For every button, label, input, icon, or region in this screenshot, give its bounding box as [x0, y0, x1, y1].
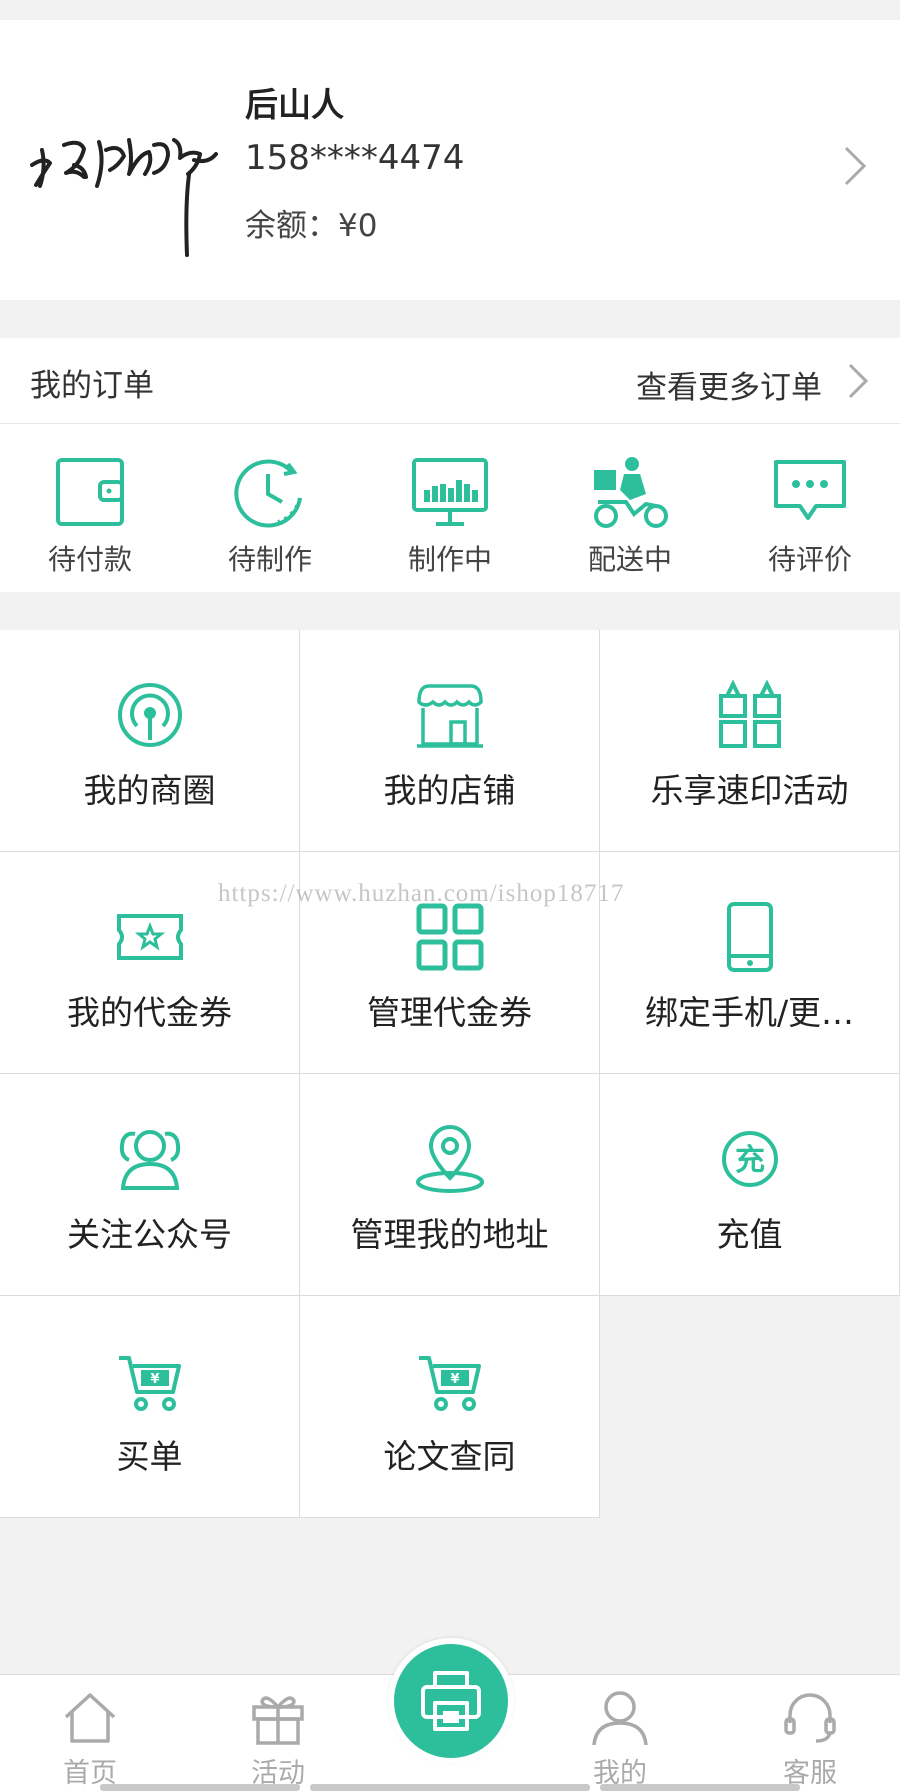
clock-icon	[234, 459, 302, 528]
chevron-right-icon[interactable]	[840, 144, 870, 188]
menu-follow-account[interactable]: 关注公众号	[0, 1074, 300, 1296]
menu-grid: 我的商圈 我的店铺 乐享速印活动 我的代金券 管理代金券 绑定手机/更… 关注公…	[0, 630, 900, 1520]
orders-header[interactable]: 我的订单 查看更多订单	[0, 338, 900, 424]
menu-label: 充值	[716, 1215, 783, 1254]
menu-label: 论文查同	[383, 1437, 516, 1476]
user-balance: 余额：¥0	[245, 208, 378, 244]
avatar	[30, 138, 218, 257]
menu-bind-phone[interactable]: 绑定手机/更…	[600, 852, 900, 1074]
delivery-icon	[594, 457, 668, 528]
headset-icon	[784, 1693, 836, 1743]
signal-icon	[117, 683, 182, 747]
print-button[interactable]	[388, 1638, 514, 1764]
svg-text:¥: ¥	[150, 1372, 159, 1387]
menu-activity[interactable]: 乐享速印活动	[600, 630, 900, 852]
menu-pay-bill[interactable]: ¥ 买单	[0, 1296, 300, 1518]
order-status-delivering[interactable]: 配送中	[540, 424, 720, 592]
view-more-orders-link[interactable]: 查看更多订单	[636, 362, 822, 407]
monitor-icon	[412, 458, 488, 526]
tab-activity[interactable]: 活动	[218, 1675, 338, 1791]
phone-icon	[726, 902, 773, 972]
order-status-label: 待评价	[767, 543, 852, 576]
orders-title: 我的订单	[30, 368, 154, 404]
person-icon	[592, 1691, 648, 1745]
cart-icon: ¥	[418, 1356, 481, 1411]
order-status-pending-production[interactable]: 待制作	[180, 424, 360, 592]
home-indicator	[310, 1784, 590, 1791]
users-icon	[119, 1130, 180, 1190]
tab-mine[interactable]: 我的	[560, 1675, 680, 1791]
menu-label: 我的代金券	[67, 993, 232, 1032]
user-name: 后山人	[245, 85, 344, 124]
svg-text:充: 充	[735, 1143, 765, 1178]
menu-recharge[interactable]: 充 充值	[600, 1074, 900, 1296]
order-status-label: 待付款	[47, 543, 132, 576]
svg-text:¥: ¥	[450, 1372, 459, 1387]
order-status-row: 待付款 待制作 制作中 配送中 待评价	[0, 424, 900, 592]
order-status-pending-payment[interactable]: 待付款	[0, 424, 180, 592]
grid-icon	[416, 903, 483, 971]
gift-box-icon	[718, 680, 781, 748]
order-status-label: 制作中	[407, 543, 492, 576]
menu-label: 绑定手机/更…	[644, 993, 855, 1032]
menu-label: 关注公众号	[67, 1215, 232, 1254]
menu-label: 管理我的地址	[350, 1215, 549, 1254]
menu-my-store[interactable]: 我的店铺	[300, 630, 600, 852]
order-status-in-production[interactable]: 制作中	[360, 424, 540, 592]
home-icon	[64, 1693, 116, 1743]
cart-icon: ¥	[118, 1356, 181, 1411]
watermark-text: https://www.huzhan.com/ishop18717	[218, 880, 625, 907]
profile-card[interactable]: 后山人 158****4474 余额：¥0	[0, 20, 900, 300]
order-status-label: 配送中	[587, 543, 672, 576]
menu-my-business-circle[interactable]: 我的商圈	[0, 630, 300, 852]
store-icon	[416, 684, 483, 748]
location-icon	[415, 1125, 484, 1193]
gift-icon	[252, 1696, 304, 1745]
wallet-icon	[56, 458, 124, 526]
order-status-pending-review[interactable]: 待评价	[720, 424, 900, 592]
home-indicator	[600, 1784, 800, 1791]
menu-label: 管理代金券	[367, 993, 532, 1032]
menu-label: 我的店铺	[383, 771, 516, 810]
tab-service[interactable]: 客服	[750, 1675, 870, 1791]
menu-label: 买单	[116, 1437, 183, 1476]
coupon-icon	[116, 914, 183, 960]
menu-paper-check[interactable]: ¥ 论文查同	[300, 1296, 600, 1518]
order-status-label: 待制作	[227, 543, 312, 576]
chevron-right-icon[interactable]	[846, 362, 870, 400]
menu-label: 我的商圈	[83, 771, 216, 810]
tab-home[interactable]: 首页	[30, 1675, 150, 1791]
recharge-icon: 充	[721, 1131, 778, 1187]
printer-icon	[421, 1671, 481, 1731]
menu-manage-address[interactable]: 管理我的地址	[300, 1074, 600, 1296]
user-phone: 158****4474	[245, 138, 465, 178]
home-indicator	[100, 1784, 300, 1791]
chat-icon	[774, 460, 846, 520]
menu-label: 乐享速印活动	[650, 771, 849, 810]
